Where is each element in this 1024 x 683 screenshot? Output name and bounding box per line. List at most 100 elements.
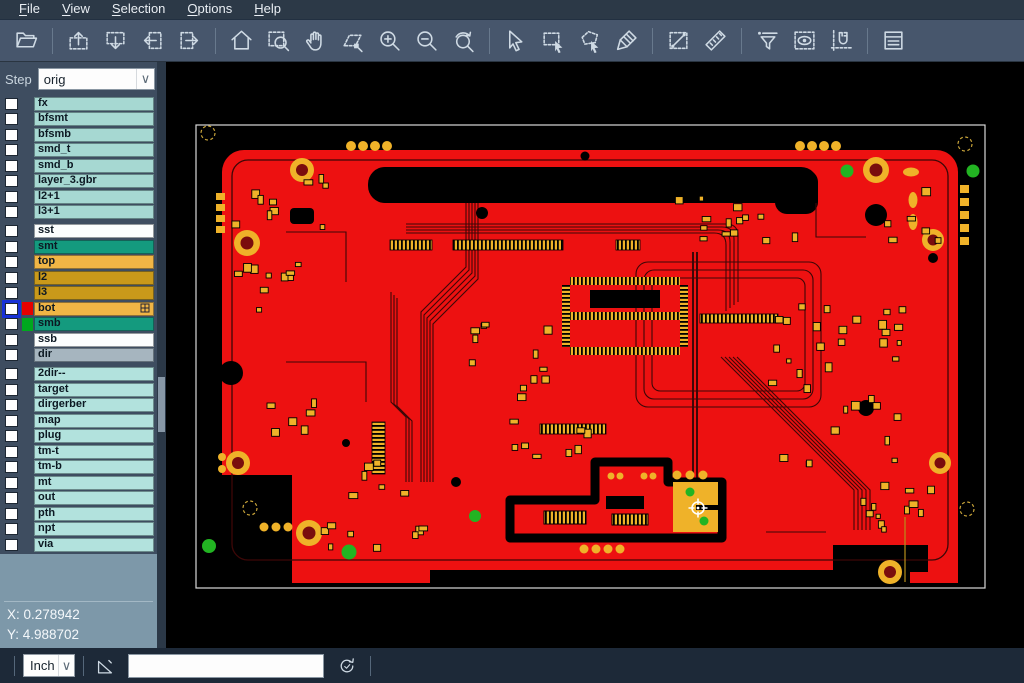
layer-checkbox-l2[interactable]: [5, 272, 18, 284]
layer-checkbox-map[interactable]: [5, 415, 18, 427]
layer-checkbox-smb[interactable]: [5, 318, 18, 330]
layer-checkbox-l3[interactable]: [5, 287, 18, 299]
pan-hand-icon[interactable]: [301, 26, 331, 56]
menu-item-selection[interactable]: Selection: [101, 1, 176, 18]
shift-down-icon[interactable]: [101, 26, 131, 56]
layer-list-scrollbar[interactable]: [157, 62, 166, 648]
zoom-in-icon[interactable]: [375, 26, 405, 56]
layer-name-bfsmb[interactable]: bfsmb: [34, 128, 154, 142]
layer-checkbox-tm-t[interactable]: [5, 446, 18, 458]
layer-name-layer_3.gbr[interactable]: layer_3.gbr: [34, 174, 154, 188]
layer-name-map[interactable]: map: [34, 414, 154, 428]
view-options-icon[interactable]: [790, 26, 820, 56]
report-list-icon[interactable]: [879, 26, 909, 56]
snap-magnet-icon[interactable]: [827, 26, 857, 56]
layer-name-smt[interactable]: smt: [34, 240, 154, 254]
layer-name-l2+1[interactable]: l2+1: [34, 190, 154, 204]
layer-name-target[interactable]: target: [34, 383, 154, 397]
layer-checkbox-mt[interactable]: [5, 477, 18, 489]
layer-checkbox-bot[interactable]: [5, 303, 18, 315]
layer-checkbox-top[interactable]: [5, 256, 18, 268]
pcb-canvas[interactable]: [166, 62, 1024, 648]
filter-icon[interactable]: [753, 26, 783, 56]
layer-name-l2[interactable]: l2: [34, 271, 154, 285]
layer-name-npt[interactable]: npt: [34, 522, 154, 536]
layer-name-tm-t[interactable]: tm-t: [34, 445, 154, 459]
layer-checkbox-sst[interactable]: [5, 225, 18, 237]
layer-checkbox-out[interactable]: [5, 492, 18, 504]
zoom-out-icon[interactable]: [412, 26, 442, 56]
ruler-icon[interactable]: [701, 26, 731, 56]
layer-name-pth[interactable]: pth: [34, 507, 154, 521]
layer-checkbox-dir[interactable]: [5, 349, 18, 361]
layer-name-l3[interactable]: l3: [34, 286, 154, 300]
layer-color-swatch: [22, 175, 33, 188]
command-input[interactable]: [128, 654, 324, 678]
layer-checkbox-bfsmb[interactable]: [5, 129, 18, 141]
layer-name-sst[interactable]: sst: [34, 224, 154, 238]
step-label: Step: [0, 72, 38, 87]
corner-measure-icon[interactable]: [92, 653, 118, 679]
layer-name-bot[interactable]: bot: [34, 302, 154, 316]
select-rectangle-icon[interactable]: [538, 26, 568, 56]
layer-name-top[interactable]: top: [34, 255, 154, 269]
menu-item-help[interactable]: Help: [243, 1, 292, 18]
layer-row-layer_3.gbr: layer_3.gbr: [0, 174, 157, 190]
layer-checkbox-plug[interactable]: [5, 430, 18, 442]
shift-up-icon[interactable]: [64, 26, 94, 56]
layer-checkbox-2dir--[interactable]: [5, 368, 18, 380]
chevron-down-icon: ∨: [58, 655, 74, 676]
select-arrow-icon[interactable]: [501, 26, 531, 56]
layer-checkbox-bfsmt[interactable]: [5, 113, 18, 125]
layer-checkbox-smt[interactable]: [5, 241, 18, 253]
cursor-y-readout: Y: 4.988702: [7, 627, 79, 642]
layer-name-tm-b[interactable]: tm-b: [34, 460, 154, 474]
layer-checkbox-l2+1[interactable]: [5, 191, 18, 203]
menu-item-file[interactable]: File: [8, 1, 51, 18]
layer-name-smd_t[interactable]: smd_t: [34, 143, 154, 157]
layer-name-mt[interactable]: mt: [34, 476, 154, 490]
layer-name-smd_b[interactable]: smd_b: [34, 159, 154, 173]
select-polygon-icon[interactable]: [575, 26, 605, 56]
layer-name-via[interactable]: via: [34, 538, 154, 552]
zoom-object-icon[interactable]: [338, 26, 368, 56]
shift-left-icon[interactable]: [138, 26, 168, 56]
zoom-home-icon[interactable]: [227, 26, 257, 56]
units-value: Inch: [30, 658, 55, 673]
menu-item-options[interactable]: Options: [176, 1, 243, 18]
layer-name-ssb[interactable]: ssb: [34, 333, 154, 347]
zoom-previous-icon[interactable]: [449, 26, 479, 56]
units-dropdown[interactable]: Inch ∨: [23, 654, 75, 677]
layer-name-dir[interactable]: dir: [34, 348, 154, 362]
layer-name-plug[interactable]: plug: [34, 429, 154, 443]
layer-checkbox-smd_t[interactable]: [5, 144, 18, 156]
scrollbar-thumb[interactable]: [158, 377, 165, 432]
step-dropdown[interactable]: orig ∨: [38, 68, 155, 90]
layer-name-fx[interactable]: fx: [34, 97, 154, 111]
menu-item-view[interactable]: View: [51, 1, 101, 18]
layer-name-2dir--[interactable]: 2dir--: [34, 367, 154, 381]
layer-checkbox-smd_b[interactable]: [5, 160, 18, 172]
measure-distance-icon[interactable]: [664, 26, 694, 56]
clean-brush-icon[interactable]: [612, 26, 642, 56]
layer-name-smb[interactable]: smb: [34, 317, 154, 331]
open-folder-icon[interactable]: [12, 26, 42, 56]
layer-name-l3+1[interactable]: l3+1: [34, 205, 154, 219]
layer-checkbox-fx[interactable]: [5, 98, 18, 110]
layer-name-bfsmt[interactable]: bfsmt: [34, 112, 154, 126]
zoom-window-icon[interactable]: [264, 26, 294, 56]
layer-checkbox-pth[interactable]: [5, 508, 18, 520]
layer-checkbox-target[interactable]: [5, 384, 18, 396]
layer-checkbox-layer_3.gbr[interactable]: [5, 175, 18, 187]
shift-right-icon[interactable]: [175, 26, 205, 56]
layer-checkbox-npt[interactable]: [5, 523, 18, 535]
layer-checkbox-tm-b[interactable]: [5, 461, 18, 473]
layer-checkbox-dirgerber[interactable]: [5, 399, 18, 411]
layer-checkbox-via[interactable]: [5, 539, 18, 551]
layer-checkbox-l3+1[interactable]: [5, 206, 18, 218]
layer-label: target: [38, 383, 69, 396]
refresh-icon[interactable]: [334, 653, 360, 679]
layer-checkbox-ssb[interactable]: [5, 334, 18, 346]
layer-name-out[interactable]: out: [34, 491, 154, 505]
layer-name-dirgerber[interactable]: dirgerber: [34, 398, 154, 412]
